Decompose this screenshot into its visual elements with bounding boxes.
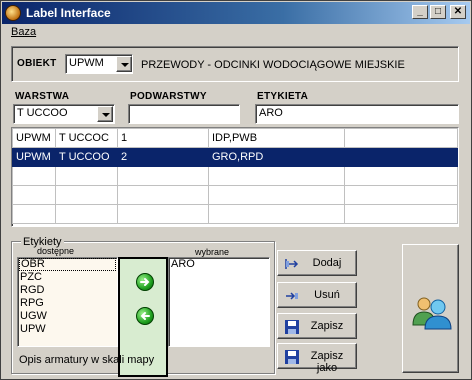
table-cell[interactable]: T UCCOO xyxy=(55,147,118,167)
floppy-disk-icon xyxy=(285,350,299,364)
dodaj-button[interactable]: Dodaj xyxy=(277,250,357,276)
zapisz-jako-label: Zapisz jako xyxy=(310,350,344,374)
floppy-disk-icon xyxy=(285,320,299,334)
available-header: dostępne xyxy=(37,246,75,256)
menu-baza[interactable]: Baza xyxy=(11,26,36,38)
list-item[interactable]: PZC xyxy=(18,271,117,284)
table-cell[interactable] xyxy=(55,166,118,186)
remove-arrow-icon xyxy=(286,292,298,300)
label-interface-window: Label Interface _ □ ✕ Baza OBIEKT UPWM P… xyxy=(0,0,472,380)
table-row[interactable]: UPWM T UCCOO 2 GRO,RPD xyxy=(12,147,458,167)
table-cell[interactable]: UPWM xyxy=(12,147,56,167)
table-cell[interactable] xyxy=(12,166,56,186)
table-cell[interactable] xyxy=(208,204,345,224)
users-button[interactable] xyxy=(402,244,459,373)
table-row[interactable]: UPWM T UCCOC 1 IDP,PWB xyxy=(12,128,458,148)
obiekt-dropdown-button[interactable] xyxy=(116,56,132,72)
selected-list[interactable]: ARO xyxy=(168,257,270,347)
table-cell[interactable] xyxy=(55,185,118,205)
usun-button[interactable]: Usuń xyxy=(277,282,357,308)
title-bar[interactable]: Label Interface _ □ ✕ xyxy=(2,2,470,24)
table-row[interactable] xyxy=(12,204,458,224)
table-cell[interactable] xyxy=(344,128,458,148)
table-row[interactable] xyxy=(12,166,458,186)
move-right-button[interactable] xyxy=(136,273,154,291)
table-cell[interactable]: 2 xyxy=(117,147,209,167)
table-cell[interactable] xyxy=(208,166,345,186)
maximize-button[interactable]: □ xyxy=(430,5,446,19)
table-cell[interactable]: GRO,RPD xyxy=(208,147,345,167)
list-item[interactable]: UPW xyxy=(18,323,117,336)
etykieta-label: ETYKIETA xyxy=(257,91,309,102)
zapisz-label: Zapisz xyxy=(310,320,344,332)
warstwa-label: WARSTWA xyxy=(15,91,70,102)
move-left-button[interactable] xyxy=(136,307,154,325)
table-cell[interactable] xyxy=(117,204,209,224)
table-cell[interactable] xyxy=(117,166,209,186)
table-cell[interactable] xyxy=(12,204,56,224)
table-cell[interactable] xyxy=(208,185,345,205)
table-cell[interactable] xyxy=(117,185,209,205)
etykieta-field-value: ARO xyxy=(259,107,283,119)
list-item[interactable]: OBR xyxy=(19,258,116,271)
podwarstwy-label: PODWARSTWY xyxy=(130,91,207,102)
table-cell[interactable] xyxy=(344,147,458,167)
table-cell[interactable] xyxy=(55,204,118,224)
zapisz-jako-button[interactable]: Zapisz jako xyxy=(277,343,357,374)
app-globe-icon[interactable] xyxy=(5,5,21,21)
table-cell[interactable]: 1 xyxy=(117,128,209,148)
add-arrow-icon xyxy=(285,259,299,269)
list-item[interactable]: ARO xyxy=(169,258,269,271)
podwarstwy-field[interactable] xyxy=(128,104,240,124)
minimize-button[interactable]: _ xyxy=(412,5,428,19)
close-button[interactable]: ✕ xyxy=(450,5,466,19)
chevron-down-icon xyxy=(102,113,110,117)
list-item[interactable]: RPG xyxy=(18,297,117,310)
chevron-down-icon xyxy=(121,63,129,67)
list-item[interactable]: UGW xyxy=(18,310,117,323)
etykieta-field[interactable]: ARO xyxy=(255,104,459,124)
dodaj-label: Dodaj xyxy=(312,257,342,269)
table-cell[interactable] xyxy=(344,185,458,205)
table-row[interactable] xyxy=(12,185,458,205)
table-cell[interactable]: IDP,PWB xyxy=(208,128,345,148)
table-cell[interactable] xyxy=(12,185,56,205)
green-arrow-right-icon xyxy=(140,278,150,286)
obiekt-combo-value: UPWM xyxy=(69,57,104,69)
warstwa-combo-value: T UCCOO xyxy=(17,107,68,119)
usun-label: Usuń xyxy=(314,289,340,301)
green-arrow-left-icon xyxy=(140,312,150,320)
etykiety-description: Opis armatury w skali mapy xyxy=(19,354,155,366)
list-item[interactable]: RGD xyxy=(18,284,117,297)
obiekt-label: OBIEKT xyxy=(17,58,57,69)
available-list[interactable]: OBR PZC RGD RPG UGW UPW xyxy=(17,257,118,347)
warstwa-dropdown-button[interactable] xyxy=(97,106,113,122)
zapisz-button[interactable]: Zapisz xyxy=(277,313,357,339)
selected-header: wybrane xyxy=(195,247,230,257)
users-icon xyxy=(412,297,452,330)
menu-bar: Baza xyxy=(2,24,470,42)
table-cell[interactable]: T UCCOC xyxy=(55,128,118,148)
table-cell[interactable] xyxy=(344,204,458,224)
obiekt-description: PRZEWODY - ODCINKI WODOCIĄGOWE MIEJSKIE xyxy=(141,59,405,71)
window-title: Label Interface xyxy=(26,6,111,20)
table-cell[interactable] xyxy=(344,166,458,186)
table-cell[interactable]: UPWM xyxy=(12,128,56,148)
labels-grid[interactable]: UPWM T UCCOC 1 IDP,PWB UPWM T UCCOO 2 GRO,RPD xyxy=(11,127,459,227)
